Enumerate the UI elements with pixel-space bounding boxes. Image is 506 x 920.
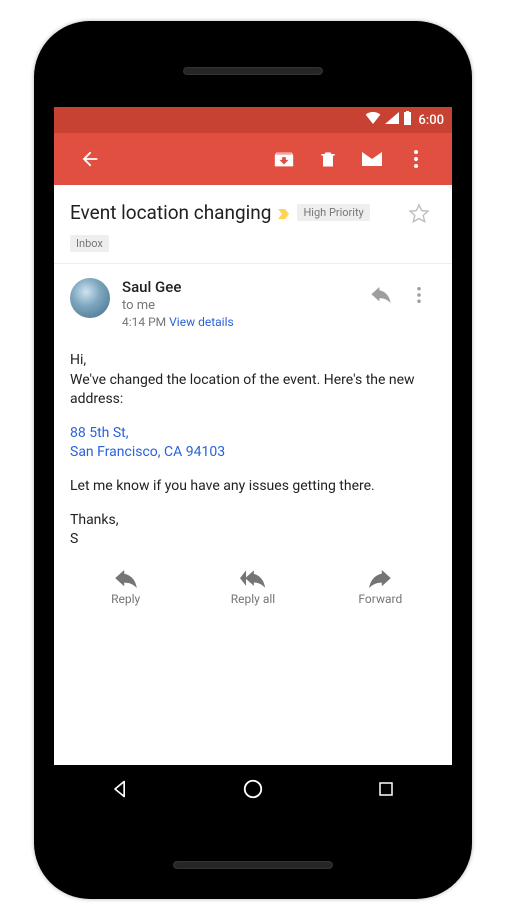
more-button[interactable] <box>394 137 438 181</box>
forward-button[interactable]: Forward <box>317 570 444 606</box>
body-closing2: S <box>70 530 436 550</box>
message-more-button[interactable] <box>402 278 436 312</box>
status-bar: 6:00 <box>54 107 452 133</box>
sender-name: Saul Gee <box>122 278 364 296</box>
reply-all-label: Reply all <box>231 592 275 606</box>
reply-all-button[interactable]: Reply all <box>189 570 316 606</box>
status-time: 6:00 <box>418 113 444 128</box>
folder-label[interactable]: Inbox <box>70 235 109 252</box>
email-content: Event location changing High Priority In… <box>54 185 452 765</box>
body-line2: Let me know if you have any issues getti… <box>70 477 436 497</box>
importance-marker-icon[interactable] <box>277 206 291 220</box>
nav-back-button[interactable] <box>90 765 150 813</box>
address-link-line2[interactable]: San Francisco, CA 94103 <box>70 443 436 463</box>
delete-button[interactable] <box>306 137 350 181</box>
mark-unread-button[interactable] <box>350 137 394 181</box>
wifi-icon <box>365 112 381 128</box>
forward-label: Forward <box>358 592 402 606</box>
view-details-link[interactable]: View details <box>169 315 234 329</box>
phone-speaker-bottom <box>173 861 333 869</box>
recipient[interactable]: to me <box>122 298 364 313</box>
reply-label: Reply <box>111 592 140 606</box>
phone-body: 6:00 <box>34 21 472 899</box>
body-greeting: Hi, <box>70 351 436 371</box>
phone-mockup: 6:00 <box>0 0 506 920</box>
android-nav-bar <box>54 765 452 813</box>
subject-text: Event location changing <box>70 201 271 224</box>
timestamp: 4:14 PM <box>122 315 166 329</box>
battery-icon <box>403 111 412 129</box>
nav-recent-button[interactable] <box>356 765 416 813</box>
action-bar: Reply Reply all Forward <box>54 560 452 636</box>
message-body: Hi, We've changed the location of the ev… <box>54 329 452 560</box>
quick-reply-button[interactable] <box>364 278 398 312</box>
back-button[interactable] <box>68 137 112 181</box>
body-closing1: Thanks, <box>70 511 436 531</box>
priority-label: High Priority <box>297 204 369 221</box>
star-button[interactable] <box>402 201 436 225</box>
nav-home-button[interactable] <box>223 765 283 813</box>
address-link-line1[interactable]: 88 5th St, <box>70 424 436 444</box>
signal-icon <box>385 112 399 128</box>
app-bar <box>54 133 452 185</box>
archive-button[interactable] <box>262 137 306 181</box>
screen: 6:00 <box>54 107 452 813</box>
message-meta: Saul Gee to me 4:14 PM View details <box>54 264 452 329</box>
avatar[interactable] <box>70 278 110 318</box>
phone-speaker-top <box>183 67 323 75</box>
subject-block: Event location changing High Priority In… <box>54 185 452 263</box>
body-line1: We've changed the location of the event.… <box>70 371 436 410</box>
reply-button[interactable]: Reply <box>62 570 189 606</box>
